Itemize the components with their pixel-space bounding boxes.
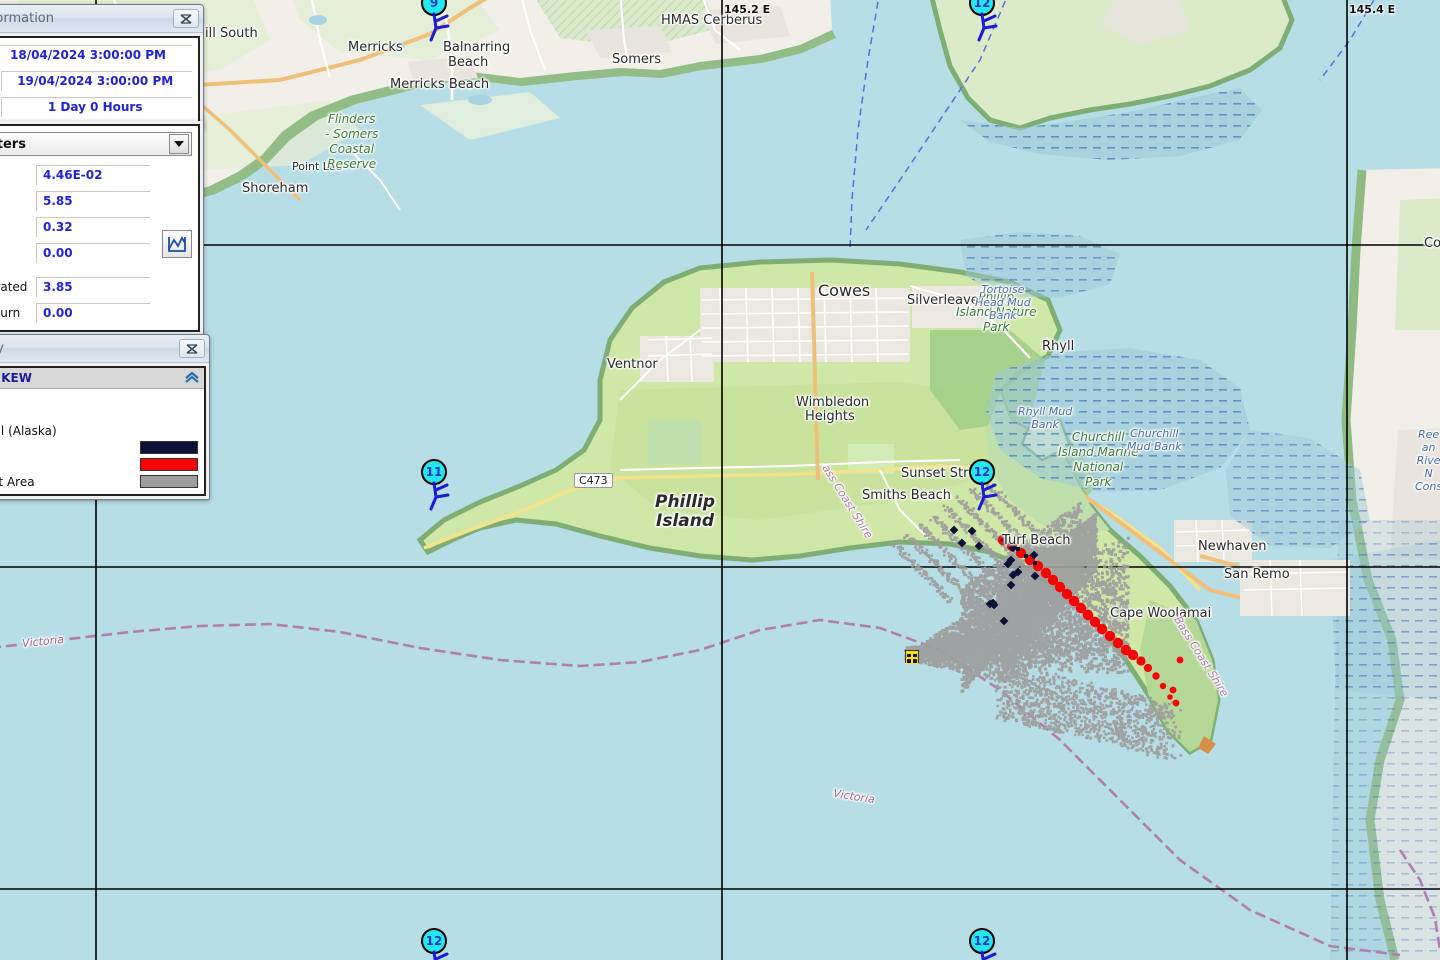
oil-budget-value[interactable]: 0.00	[36, 303, 150, 323]
wind-barb-tail	[977, 12, 998, 42]
model-information-panel[interactable]: el Information ne18/04/2024 3:00:00 PMTi…	[0, 4, 204, 130]
oil-budget-label: ed	[0, 246, 30, 260]
model-information-fields: ne18/04/2024 3:00:00 PMTime19/04/2024 3:…	[0, 36, 200, 126]
oil-budget-row: vaporated 3.85	[0, 274, 156, 300]
oil-spill-map-application: Merricks Balnarring Beach Somers HMAS Cerber…	[0, 0, 1440, 960]
road-shield: C473	[574, 473, 613, 488]
model-info-row: Time1 Day 0 Hours	[0, 94, 198, 120]
model-information-titlebar[interactable]: el Information	[0, 5, 203, 33]
model-info-row: ne18/04/2024 3:00:00 PM	[0, 42, 198, 68]
color-key-swatch	[140, 441, 198, 454]
model-info-value[interactable]: 18/04/2024 3:00:00 PM	[0, 45, 192, 65]
close-icon[interactable]	[173, 9, 199, 28]
oil-budget-label: vaporated	[0, 280, 28, 294]
oil-budget-body: Meters face 4.46E-02 face 5.85 0.32 ed 0.00 vap…	[0, 124, 200, 332]
map-graphics	[0, 0, 1440, 960]
wind-barb-tail	[429, 481, 450, 511]
oil-budget-value[interactable]: 4.46E-02	[36, 165, 150, 185]
oil-budget-value[interactable]: 0.32	[36, 217, 150, 237]
wind-barb-tail	[980, 950, 997, 960]
model-info-value[interactable]: 1 Day 0 Hours	[1, 97, 192, 117]
wind-barb-tail	[429, 12, 450, 42]
wind-barb[interactable]: 12	[415, 928, 461, 960]
color-key-swatch	[140, 458, 198, 471]
wind-barb-tail	[432, 950, 449, 960]
oil-budget-label: face	[0, 194, 30, 208]
chevron-down-icon[interactable]	[169, 134, 189, 154]
wind-barb-tail	[977, 481, 998, 511]
color-key-file-header[interactable]: PTRJ.KEW	[0, 368, 204, 389]
oil-budget-row: ed 0.00	[0, 240, 156, 266]
color-key-oiltype-row: uel Oil (Alaska)	[0, 422, 204, 439]
color-key-entry: Oil	[0, 439, 204, 456]
oil-budget-fields: face 4.46E-02 face 5.85 0.32 ed 0.00 vaporated 3…	[0, 162, 156, 326]
close-icon[interactable]	[179, 339, 205, 358]
wind-barb[interactable]: 11	[415, 459, 461, 511]
chevron-up-icon[interactable]	[184, 371, 200, 386]
color-key-body: PTRJ.KEW p uel Oil (Alaska) Oile Oil Swe…	[0, 366, 206, 496]
oil-budget-value[interactable]: 3.85	[36, 277, 150, 297]
spill-source-icon[interactable]	[905, 650, 919, 664]
color-key-rows: p uel Oil (Alaska) Oile Oil Swept Area	[0, 389, 204, 494]
model-information-title: el Information	[0, 11, 54, 26]
wind-barb[interactable]: 12	[963, 459, 1009, 511]
color-key-entries: Oile Oil Swept Area	[0, 439, 204, 490]
map-canvas[interactable]: Merricks Balnarring Beach Somers HMAS Cerber…	[0, 0, 1440, 960]
oil-budget-panel[interactable]: Meters face 4.46E-02 face 5.85 0.32 ed 0.00 vap…	[0, 121, 204, 336]
oil-budget-row: face 4.46E-02	[0, 162, 156, 188]
units-select-row[interactable]: Meters	[0, 128, 198, 162]
model-info-row: Time19/04/2024 3:00:00 PM	[0, 68, 198, 94]
color-key-swatch	[140, 475, 198, 488]
color-key-entry-label: Swept Area	[0, 474, 35, 489]
oil-budget-row: kim/Burn 0.00	[0, 300, 156, 326]
color-key-entry: e Oil	[0, 456, 204, 473]
graph-button-wrap	[156, 162, 198, 326]
wind-barb[interactable]: 12	[963, 928, 1009, 960]
wind-barb[interactable]: 12	[963, 0, 1009, 42]
units-select[interactable]: Meters	[0, 132, 192, 156]
model-info-value[interactable]: 19/04/2024 3:00:00 PM	[1, 71, 192, 91]
oil-budget-label: face	[0, 168, 30, 182]
oil-budget-value[interactable]: 5.85	[36, 191, 150, 211]
color-key-panel[interactable]: or Key PTRJ.KEW p	[0, 334, 210, 500]
wind-barb[interactable]: 9	[415, 0, 461, 42]
color-key-oil-type: uel Oil (Alaska)	[0, 423, 57, 438]
color-key-entry: Swept Area	[0, 473, 204, 490]
oil-budget-value[interactable]: 0.00	[36, 243, 150, 263]
color-key-title: or Key	[0, 341, 4, 356]
oil-budget-label: kim/Burn	[0, 306, 21, 320]
grid-coordinate-label: 145.4 E	[1349, 3, 1396, 16]
color-key-titlebar[interactable]: or Key	[0, 335, 209, 363]
oil-budget-row: 0.32	[0, 214, 156, 240]
color-key-file-label: PTRJ.KEW	[0, 371, 32, 385]
grid-coordinate-label: 145.2 E	[724, 3, 771, 16]
color-key-subtitle-row: p	[0, 392, 204, 409]
color-key-spacer	[0, 409, 204, 422]
units-select-value: Meters	[0, 136, 26, 152]
graph-icon[interactable]	[162, 230, 192, 258]
oil-budget-row: face 5.85	[0, 188, 156, 214]
